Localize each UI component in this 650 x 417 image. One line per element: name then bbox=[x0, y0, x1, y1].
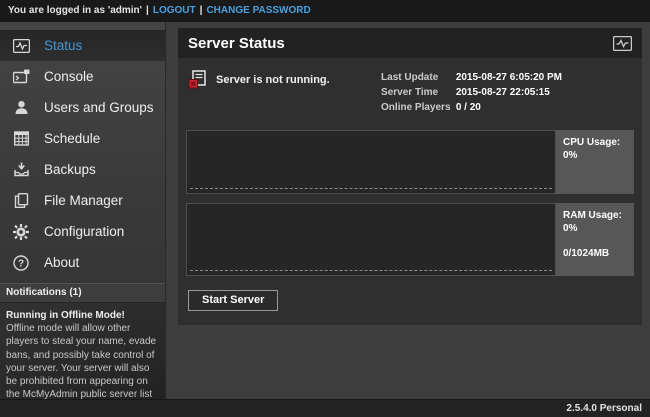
online-players-value: 0 / 20 bbox=[456, 102, 481, 113]
info-row: Online Players 0 / 20 bbox=[381, 100, 562, 115]
change-password-link[interactable]: CHANGE PASSWORD bbox=[206, 5, 310, 16]
notification-title: Running in Offline Mode! bbox=[6, 309, 159, 322]
panel-header: Server Status bbox=[178, 28, 642, 58]
sidebar-item-label: File Manager bbox=[44, 193, 123, 208]
notifications-header: Notifications (1) bbox=[0, 283, 165, 303]
svg-text:?: ? bbox=[18, 258, 24, 269]
sidebar-item-console[interactable]: Console bbox=[0, 61, 165, 92]
status-row: Server is not running. Last Update 2015-… bbox=[188, 70, 634, 118]
sidebar-item-backups[interactable]: Backups bbox=[0, 154, 165, 185]
users-groups-icon bbox=[11, 99, 31, 117]
start-server-button[interactable]: Start Server bbox=[188, 290, 278, 311]
info-label: Server Time bbox=[381, 85, 453, 100]
backups-icon bbox=[11, 161, 31, 179]
cpu-usage-chart bbox=[186, 130, 556, 194]
chart-baseline bbox=[190, 270, 552, 271]
cpu-usage-label: CPU Usage: bbox=[563, 136, 634, 149]
sidebar-item-status[interactable]: Status bbox=[0, 30, 165, 61]
ram-usage-label: RAM Usage: bbox=[563, 209, 634, 222]
ram-usage-value: 0% bbox=[563, 222, 634, 235]
file-manager-icon bbox=[11, 192, 31, 210]
info-row: Server Time 2015-08-27 22:05:15 bbox=[381, 85, 562, 100]
about-icon: ? bbox=[11, 254, 31, 272]
info-label: Last Update bbox=[381, 70, 453, 85]
schedule-icon bbox=[11, 130, 31, 148]
ram-usage-detail: 0/1024MB bbox=[563, 247, 634, 260]
sidebar: Status Console Users and Groups bbox=[0, 22, 166, 399]
separator: | bbox=[200, 5, 203, 16]
sidebar-item-users-and-groups[interactable]: Users and Groups bbox=[0, 92, 165, 123]
status-icon bbox=[11, 37, 31, 55]
server-status-message: Server is not running. bbox=[188, 70, 330, 89]
logged-in-text: You are logged in as 'admin' bbox=[8, 5, 142, 16]
chart-baseline bbox=[190, 188, 552, 189]
sidebar-item-label: Status bbox=[44, 38, 82, 53]
main-area: Server Status bbox=[167, 22, 650, 399]
cpu-usage-label-box: CPU Usage: 0% bbox=[556, 130, 634, 194]
server-status-panel: Server Status bbox=[178, 28, 642, 325]
sidebar-item-file-manager[interactable]: File Manager bbox=[0, 185, 165, 216]
sidebar-menu: Status Console Users and Groups bbox=[0, 22, 165, 278]
sidebar-item-label: Backups bbox=[44, 162, 96, 177]
ram-usage-label-box: RAM Usage: 0% 0/1024MB bbox=[556, 203, 634, 276]
configuration-icon bbox=[11, 223, 31, 241]
footer-bar: 2.5.4.0 Personal bbox=[0, 399, 650, 417]
info-row: Last Update 2015-08-27 6:05:20 PM bbox=[381, 70, 562, 85]
sidebar-item-label: Console bbox=[44, 69, 94, 84]
logout-link[interactable]: LOGOUT bbox=[153, 5, 196, 16]
separator: | bbox=[146, 5, 149, 16]
sidebar-item-configuration[interactable]: Configuration bbox=[0, 216, 165, 247]
server-stopped-icon bbox=[188, 70, 207, 89]
cpu-usage-section: CPU Usage: 0% bbox=[186, 130, 634, 194]
server-time-value: 2015-08-27 22:05:15 bbox=[456, 87, 550, 98]
sidebar-item-schedule[interactable]: Schedule bbox=[0, 123, 165, 154]
sidebar-item-label: About bbox=[44, 255, 79, 270]
sidebar-item-label: Users and Groups bbox=[44, 100, 154, 115]
server-info: Last Update 2015-08-27 6:05:20 PM Server… bbox=[381, 70, 562, 115]
version-text: 2.5.4.0 Personal bbox=[566, 403, 642, 414]
cpu-usage-value: 0% bbox=[563, 149, 634, 162]
sidebar-item-about[interactable]: ? About bbox=[0, 247, 165, 278]
ram-usage-section: RAM Usage: 0% 0/1024MB bbox=[186, 203, 634, 276]
info-label: Online Players bbox=[381, 100, 453, 115]
sidebar-item-label: Configuration bbox=[44, 224, 124, 239]
top-bar: You are logged in as 'admin'|LOGOUT|CHAN… bbox=[0, 0, 650, 22]
ram-usage-chart bbox=[186, 203, 556, 276]
status-chart-icon bbox=[613, 36, 632, 51]
status-text: Server is not running. bbox=[216, 74, 330, 86]
last-update-value: 2015-08-27 6:05:20 PM bbox=[456, 72, 562, 83]
sidebar-item-label: Schedule bbox=[44, 131, 100, 146]
panel-body: Server is not running. Last Update 2015-… bbox=[178, 58, 642, 325]
console-icon bbox=[11, 68, 31, 86]
page-title: Server Status bbox=[188, 35, 285, 52]
notifications-panel: Notifications (1) Running in Offline Mod… bbox=[0, 283, 165, 417]
